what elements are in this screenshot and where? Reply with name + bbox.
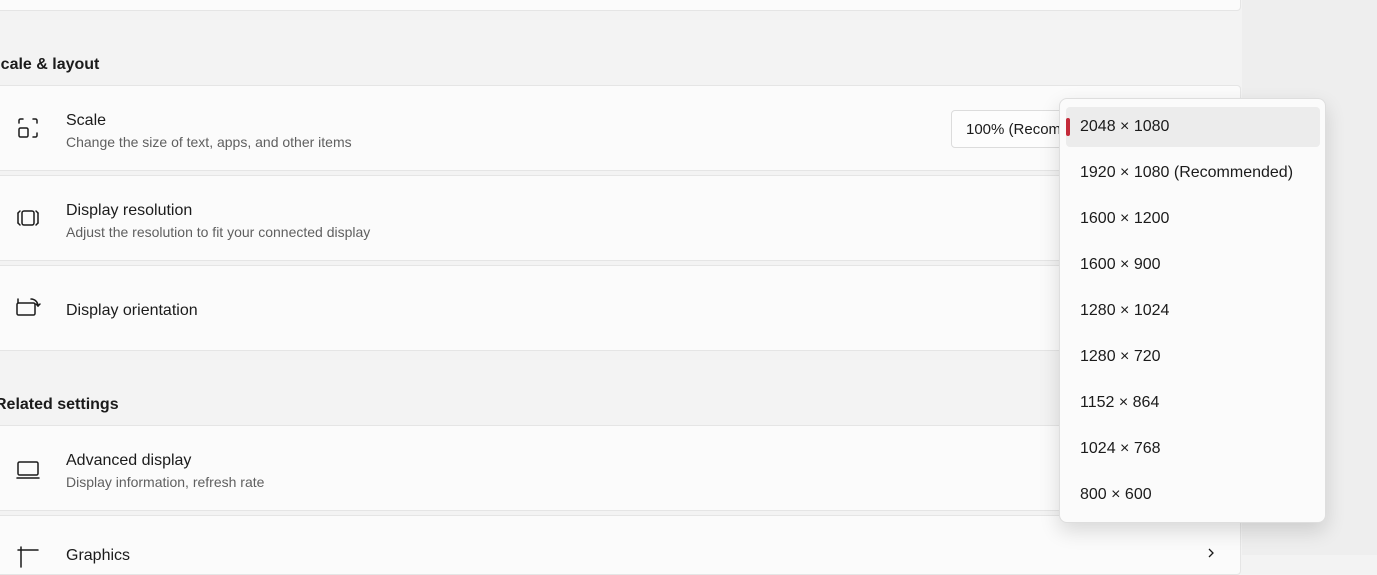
option-label: 1280 × 720 bbox=[1080, 348, 1161, 365]
display-orientation-title: Display orientation bbox=[66, 302, 198, 319]
graphics-icon bbox=[14, 543, 42, 571]
option-label: 1600 × 1200 bbox=[1080, 210, 1170, 227]
graphics-title: Graphics bbox=[66, 547, 131, 564]
resolution-dropdown-list[interactable]: 2048 × 1080 1920 × 1080 (Recommended) 16… bbox=[1059, 98, 1326, 523]
monitor-icon bbox=[14, 455, 42, 483]
option-label: 800 × 600 bbox=[1080, 486, 1152, 503]
display-resolution-title: Display resolution bbox=[66, 202, 193, 219]
option-label: 1280 × 1024 bbox=[1080, 302, 1170, 319]
resolution-option[interactable]: 1280 × 720 bbox=[1066, 337, 1320, 377]
option-label: 1152 × 864 bbox=[1080, 394, 1160, 411]
option-label: 1600 × 900 bbox=[1080, 256, 1161, 273]
option-label: 2048 × 1080 bbox=[1080, 118, 1170, 135]
advanced-display-title: Advanced display bbox=[66, 452, 192, 469]
resolution-option[interactable]: 1280 × 1024 bbox=[1066, 291, 1320, 331]
resolution-icon bbox=[14, 204, 42, 232]
display-resolution-subtitle: Adjust the resolution to fit your connec… bbox=[66, 224, 371, 240]
resolution-option[interactable]: 2048 × 1080 bbox=[1066, 107, 1320, 147]
graphics-card[interactable] bbox=[0, 515, 1241, 575]
orientation-icon bbox=[14, 294, 42, 322]
resolution-option[interactable]: 1920 × 1080 (Recommended) bbox=[1066, 153, 1320, 193]
advanced-display-subtitle: Display information, refresh rate bbox=[66, 474, 265, 490]
scale-title: Scale bbox=[66, 112, 107, 129]
section-title-related-settings: Related settings bbox=[0, 396, 119, 413]
section-title-scale-layout: Scale & layout bbox=[0, 56, 100, 73]
resolution-option[interactable]: 1600 × 900 bbox=[1066, 245, 1320, 285]
option-label: 1024 × 768 bbox=[1080, 440, 1161, 457]
option-label: 1920 × 1080 (Recommended) bbox=[1080, 164, 1294, 181]
resolution-option[interactable]: 800 × 600 bbox=[1066, 475, 1320, 515]
previous-setting-card bbox=[0, 0, 1241, 11]
scale-icon bbox=[14, 114, 42, 142]
resolution-option[interactable]: 1600 × 1200 bbox=[1066, 199, 1320, 239]
chevron-right-icon bbox=[1208, 548, 1214, 558]
resolution-option[interactable]: 1152 × 864 bbox=[1066, 383, 1320, 423]
resolution-option[interactable]: 1024 × 768 bbox=[1066, 429, 1320, 469]
selected-indicator bbox=[1066, 118, 1070, 136]
scale-subtitle: Change the size of text, apps, and other… bbox=[66, 134, 352, 150]
